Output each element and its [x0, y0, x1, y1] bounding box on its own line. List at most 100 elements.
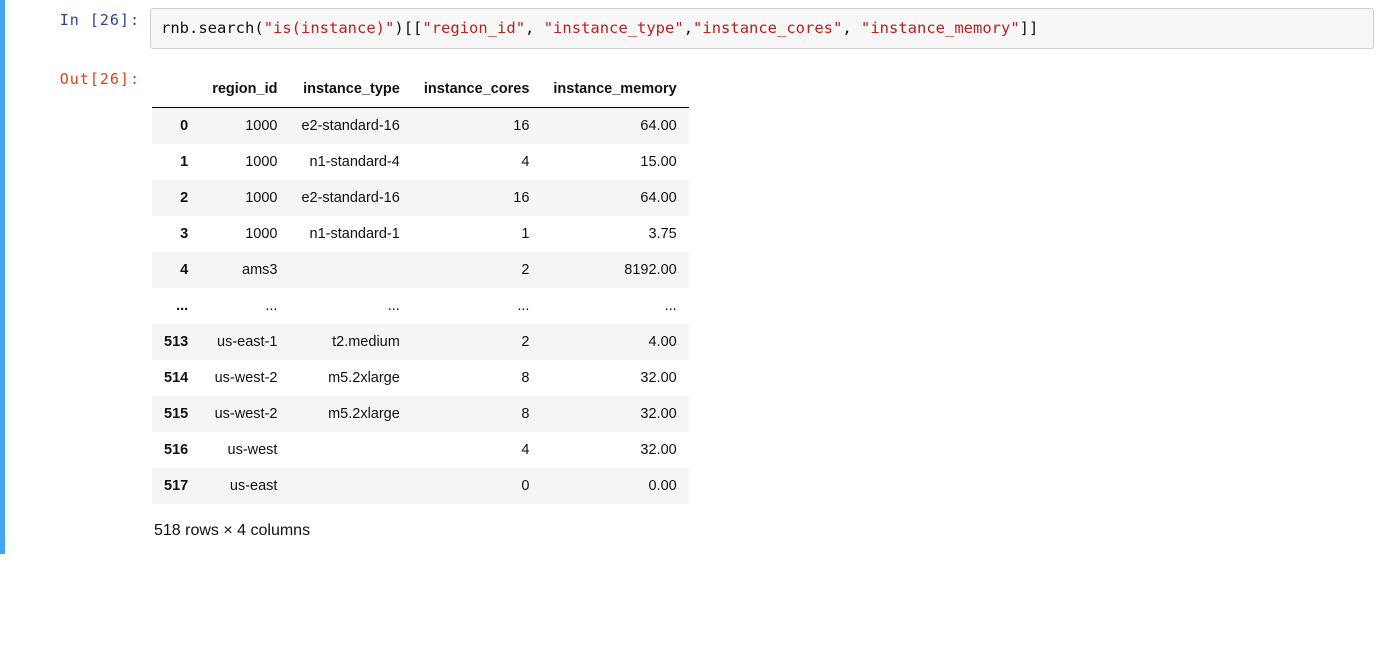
cell-instance-memory: 3.75 — [541, 216, 688, 252]
cell-instance-type: e2-standard-16 — [289, 180, 411, 216]
table-row: 517us-east 00.00 — [152, 468, 689, 504]
cell-instance-cores: 0 — [412, 468, 542, 504]
table-row: 516us-west 432.00 — [152, 432, 689, 468]
column-header: instance_type — [289, 71, 411, 108]
column-header: region_id — [200, 71, 289, 108]
code-token: ) — [394, 19, 403, 37]
cell-instance-cores: 16 — [412, 108, 542, 145]
cell-instance-type: ... — [289, 288, 411, 324]
row-index: ... — [152, 288, 200, 324]
table-row: 4ams3 28192.00 — [152, 252, 689, 288]
output-block — [150, 49, 1374, 59]
cell-region-id: 1000 — [200, 144, 289, 180]
cell-instance-cores: 2 — [412, 324, 542, 360]
cell-region-id: 1000 — [200, 216, 289, 252]
cell-instance-type: t2.medium — [289, 324, 411, 360]
dataframe-header: region_id instance_type instance_cores i… — [152, 71, 689, 108]
notebook-cell: In [26]: rnb.search("is(instance)")[["re… — [0, 0, 1384, 67]
cell-instance-type — [289, 468, 411, 504]
code-token: "instance_type" — [544, 19, 684, 37]
input-prompt-area: In [26]: — [5, 8, 150, 59]
cell-instance-memory: 64.00 — [541, 108, 688, 145]
row-index: 515 — [152, 396, 200, 432]
cell-instance-memory: 32.00 — [541, 432, 688, 468]
cell-region-id: 1000 — [200, 108, 289, 145]
row-index: 514 — [152, 360, 200, 396]
code-token: "instance_memory" — [861, 19, 1020, 37]
row-index: 517 — [152, 468, 200, 504]
cell-region-id: us-east-1 — [200, 324, 289, 360]
cell-region-id: ... — [200, 288, 289, 324]
column-header: instance_memory — [541, 71, 688, 108]
cell-region-id: 1000 — [200, 180, 289, 216]
code-token: ] — [1029, 19, 1038, 37]
cell-instance-memory: 0.00 — [541, 468, 688, 504]
cell-instance-cores: 8 — [412, 396, 542, 432]
row-index: 2 — [152, 180, 200, 216]
row-index: 4 — [152, 252, 200, 288]
table-row: 01000e2-standard-161664.00 — [152, 108, 689, 145]
output-prompt: Out[26]: — [60, 70, 140, 88]
row-index: 3 — [152, 216, 200, 252]
cell-instance-cores: 1 — [412, 216, 542, 252]
output-content: region_id instance_type instance_cores i… — [150, 67, 1374, 546]
cell-instance-type — [289, 432, 411, 468]
cell-instance-type: e2-standard-16 — [289, 108, 411, 145]
output-cell: Out[26]: region_id instance_type instanc… — [0, 67, 1384, 554]
table-row: ............... — [152, 288, 689, 324]
code-token: "is(instance)" — [264, 19, 395, 37]
dataframe-footer: 518 rows × 4 columns — [152, 504, 1374, 546]
row-index: 513 — [152, 324, 200, 360]
dataframe-body: 01000e2-standard-161664.0011000n1-standa… — [152, 108, 689, 505]
cell-region-id: us-east — [200, 468, 289, 504]
cell-instance-cores: ... — [412, 288, 542, 324]
code-token: rnb — [161, 19, 189, 37]
table-row: 21000e2-standard-161664.00 — [152, 180, 689, 216]
cell-instance-memory: 15.00 — [541, 144, 688, 180]
dataframe-wrapper: region_id instance_type instance_cores i… — [150, 67, 1374, 546]
input-content: rnb.search("is(instance)")[["region_id",… — [150, 8, 1374, 59]
output-prompt-area: Out[26]: — [5, 67, 150, 546]
cell-instance-cores: 2 — [412, 252, 542, 288]
cell-instance-type: m5.2xlarge — [289, 396, 411, 432]
cell-region-id: us-west-2 — [200, 396, 289, 432]
cell-instance-memory: 64.00 — [541, 180, 688, 216]
cell-instance-cores: 16 — [412, 180, 542, 216]
code-token: , — [684, 19, 693, 37]
table-row: 513us-east-1t2.medium24.00 — [152, 324, 689, 360]
table-row: 31000n1-standard-113.75 — [152, 216, 689, 252]
table-row: 11000n1-standard-4415.00 — [152, 144, 689, 180]
code-input[interactable]: rnb.search("is(instance)")[["region_id",… — [150, 8, 1374, 49]
code-token: ( — [254, 19, 263, 37]
cell-region-id: us-west-2 — [200, 360, 289, 396]
code-token: . — [189, 19, 198, 37]
cell-region-id: us-west — [200, 432, 289, 468]
cell-instance-memory: 32.00 — [541, 360, 688, 396]
cell-instance-memory: 32.00 — [541, 396, 688, 432]
dataframe-corner — [152, 71, 200, 108]
code-token: [ — [413, 19, 422, 37]
column-header: instance_cores — [412, 71, 542, 108]
code-token: ] — [1020, 19, 1029, 37]
cell-instance-memory: ... — [541, 288, 688, 324]
cell-instance-cores: 4 — [412, 432, 542, 468]
cell-instance-type: n1-standard-1 — [289, 216, 411, 252]
cell-instance-memory: 4.00 — [541, 324, 688, 360]
table-row: 514us-west-2m5.2xlarge832.00 — [152, 360, 689, 396]
cell-instance-cores: 8 — [412, 360, 542, 396]
dataframe-table: region_id instance_type instance_cores i… — [152, 71, 689, 504]
cell-instance-type: n1-standard-4 — [289, 144, 411, 180]
cell-region-id: ams3 — [200, 252, 289, 288]
code-token: , — [525, 19, 544, 37]
code-token: "region_id" — [422, 19, 525, 37]
input-prompt: In [26]: — [60, 11, 140, 29]
table-row: 515us-west-2m5.2xlarge832.00 — [152, 396, 689, 432]
row-index: 0 — [152, 108, 200, 145]
code-token: [ — [404, 19, 413, 37]
cell-instance-type: m5.2xlarge — [289, 360, 411, 396]
cell-instance-memory: 8192.00 — [541, 252, 688, 288]
cell-instance-type — [289, 252, 411, 288]
row-index: 516 — [152, 432, 200, 468]
code-token: search — [198, 19, 254, 37]
code-token: , — [842, 19, 861, 37]
